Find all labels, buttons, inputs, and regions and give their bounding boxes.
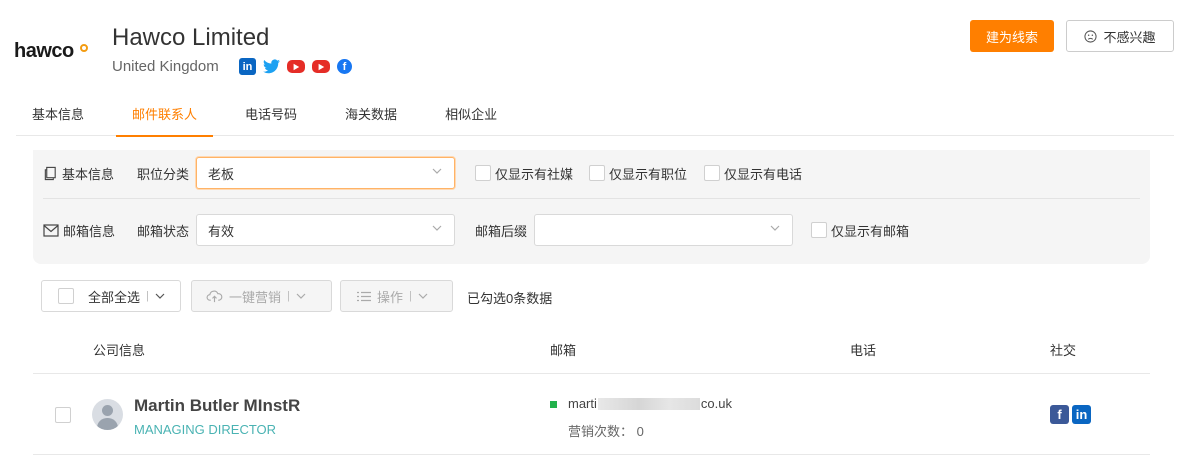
- create-lead-button[interactable]: 建为线索: [970, 20, 1054, 52]
- company-logo: hawco: [14, 40, 92, 70]
- avatar-head: [102, 405, 113, 416]
- separator: |: [287, 290, 290, 302]
- email-status-select-value: 有效: [208, 223, 235, 239]
- logo-text: hawco: [14, 40, 74, 62]
- tab-customs-data[interactable]: 海关数据: [329, 96, 413, 136]
- email-suffix-label: 邮箱后缀: [475, 223, 528, 239]
- filter-panel: 基本信息 职位分类 老板 仅显示有社媒 仅显示有职位 仅显示有电话 邮箱信息 邮…: [33, 150, 1150, 264]
- chevron-down-icon: [770, 225, 780, 231]
- position-select[interactable]: 老板: [196, 157, 455, 189]
- company-country: United Kingdom: [112, 58, 219, 75]
- only-position-checkbox[interactable]: 仅显示有职位: [589, 164, 687, 183]
- basic-info-section-label: 基本信息: [62, 166, 115, 182]
- logo-mark-icon: [80, 44, 88, 52]
- checkbox-box[interactable]: [589, 165, 605, 181]
- detail-tabs: 基本信息 邮件联系人 电话号码 海关数据 相似企业: [16, 96, 1174, 137]
- contact-email[interactable]: marti co.uk: [568, 396, 732, 411]
- checkbox-box[interactable]: [475, 165, 491, 181]
- linkedin-icon[interactable]: in: [1072, 405, 1091, 424]
- only-position-label: 仅显示有职位: [609, 166, 688, 182]
- checkbox-box[interactable]: [704, 165, 720, 181]
- company-socials: in f: [239, 58, 352, 75]
- column-header-social: 社交: [1050, 343, 1077, 358]
- mail-icon: [43, 223, 59, 237]
- position-label: 职位分类: [137, 166, 190, 182]
- only-phone-label: 仅显示有电话: [724, 166, 803, 182]
- frown-icon: [1084, 29, 1098, 43]
- not-interested-button[interactable]: 不感兴趣: [1066, 20, 1174, 52]
- checkbox-box[interactable]: [811, 222, 827, 238]
- facebook-icon[interactable]: f: [337, 59, 352, 74]
- table-header: 公司信息 邮箱 电话 社交: [33, 322, 1150, 374]
- selected-count: 已勾选0条数据: [467, 291, 553, 306]
- email-status-select[interactable]: 有效: [196, 214, 455, 246]
- filter-divider: [43, 198, 1140, 199]
- only-social-checkbox[interactable]: 仅显示有社媒: [475, 164, 573, 183]
- tab-phone-numbers[interactable]: 电话号码: [229, 96, 313, 136]
- marketing-count-label: 营销次数：: [568, 424, 634, 439]
- chevron-down-icon: [155, 293, 165, 299]
- separator: |: [409, 290, 412, 302]
- email-redacted: [597, 397, 700, 410]
- avatar-body: [97, 418, 118, 430]
- marketing-count: 营销次数： 0: [568, 421, 644, 440]
- column-header-phone: 电话: [850, 343, 877, 358]
- cloud-upload-icon: [206, 290, 223, 302]
- youtube-icon[interactable]: [312, 60, 330, 73]
- email-suffix: co.uk: [700, 396, 732, 411]
- tab-similar-companies[interactable]: 相似企业: [429, 96, 513, 136]
- facebook-icon[interactable]: f: [1050, 405, 1069, 424]
- email-valid-indicator: [550, 401, 557, 408]
- linkedin-icon[interactable]: in: [239, 58, 256, 75]
- position-select-value: 老板: [208, 166, 235, 182]
- select-all-checkbox[interactable]: [58, 288, 74, 304]
- avatar: [92, 399, 123, 430]
- email-info-section-label: 邮箱信息: [63, 223, 116, 239]
- column-header-email: 邮箱: [550, 343, 577, 358]
- only-social-label: 仅显示有社媒: [495, 166, 574, 182]
- chevron-down-icon: [432, 225, 442, 231]
- basic-info-section: 基本信息: [43, 164, 114, 183]
- company-name: Hawco Limited: [112, 24, 270, 51]
- list-icon: [357, 291, 371, 301]
- twitter-icon[interactable]: [263, 58, 280, 75]
- chevron-down-icon: [432, 168, 442, 174]
- select-all-label: 全部全选: [88, 289, 141, 305]
- column-header-company: 公司信息: [93, 343, 146, 358]
- operations-label: 操作: [377, 289, 404, 305]
- marketing-count-value: 0: [636, 424, 644, 439]
- only-email-label: 仅显示有邮箱: [831, 223, 910, 239]
- only-email-checkbox[interactable]: 仅显示有邮箱: [811, 221, 909, 240]
- chevron-down-icon: [418, 293, 428, 299]
- email-prefix: marti: [568, 396, 597, 411]
- tab-email-contacts[interactable]: 邮件联系人: [116, 96, 214, 137]
- contact-name[interactable]: Martin Butler MInstR: [134, 396, 300, 416]
- one-click-marketing-button[interactable]: 一键营销 |: [191, 280, 332, 312]
- contact-title: MANAGING DIRECTOR: [134, 422, 277, 437]
- table-row: Martin Butler MInstR MANAGING DIRECTOR m…: [33, 375, 1150, 455]
- select-all-button[interactable]: 全部全选 |: [41, 280, 181, 312]
- tab-basic-info[interactable]: 基本信息: [16, 96, 100, 136]
- one-click-marketing-label: 一键营销: [229, 289, 282, 305]
- chevron-down-icon: [296, 293, 306, 299]
- youtube-icon[interactable]: [287, 60, 305, 73]
- row-checkbox[interactable]: [55, 407, 71, 423]
- contact-socials: f in: [1050, 405, 1091, 424]
- not-interested-label: 不感兴趣: [1103, 29, 1156, 45]
- operations-button[interactable]: 操作 |: [340, 280, 453, 312]
- separator: |: [146, 290, 149, 302]
- email-status-label: 邮箱状态: [137, 223, 190, 239]
- document-icon: [44, 166, 56, 180]
- only-phone-checkbox[interactable]: 仅显示有电话: [704, 164, 802, 183]
- email-info-section: 邮箱信息: [43, 221, 115, 240]
- email-suffix-select[interactable]: [534, 214, 793, 246]
